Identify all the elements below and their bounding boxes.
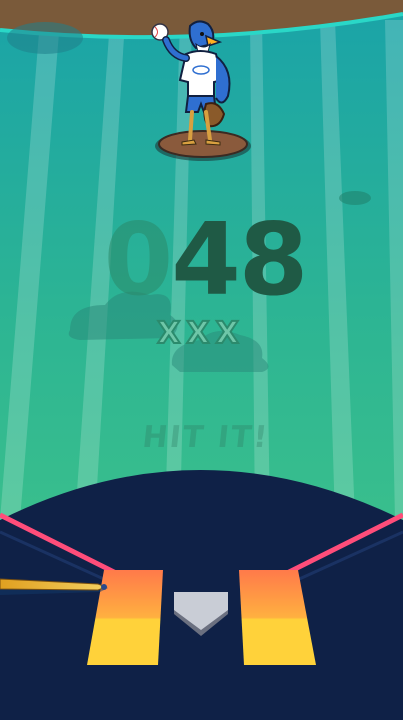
- game-stage[interactable]: 0 48 X X X HIT IT!: [0, 0, 403, 720]
- strike-mark: X: [215, 315, 240, 352]
- strike-mark: X: [156, 315, 181, 352]
- strike-counter: X X X: [138, 315, 258, 356]
- score-value: 48: [171, 201, 308, 318]
- hit-hint: HIT IT!: [140, 420, 271, 455]
- home-plate: [174, 592, 228, 636]
- score-leading-digit: 0: [103, 201, 174, 318]
- pitcher-mascot: [151, 20, 231, 146]
- strike-mark: X: [185, 315, 210, 352]
- score-display: 0 48: [80, 205, 330, 315]
- baseball-bat[interactable]: [0, 576, 112, 602]
